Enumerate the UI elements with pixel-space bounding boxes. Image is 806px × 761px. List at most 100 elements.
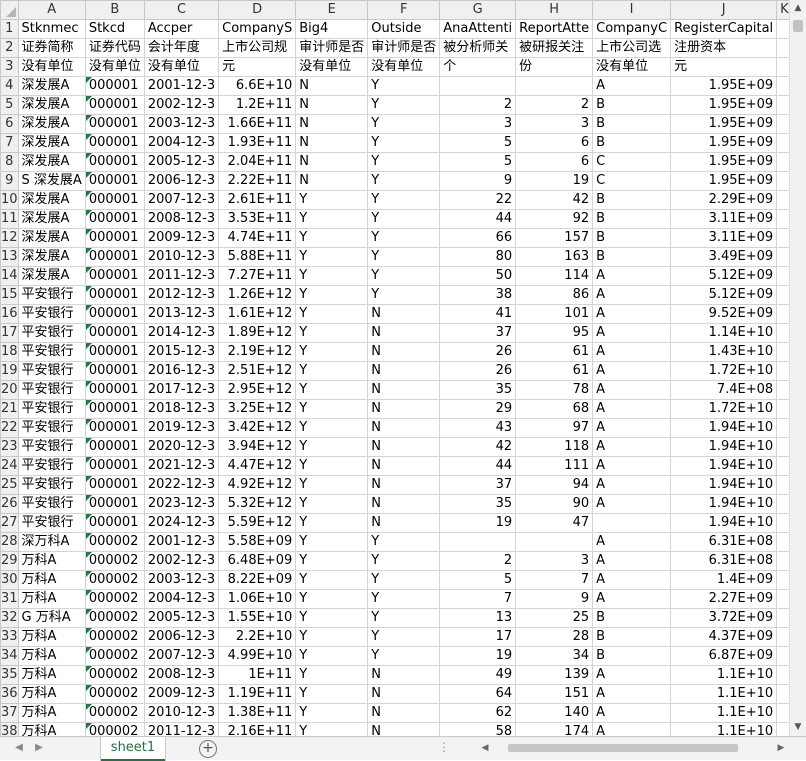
cell[interactable]: 92 bbox=[515, 209, 594, 229]
cell[interactable]: 2009-12-3 bbox=[143, 228, 220, 248]
cell[interactable]: A bbox=[592, 342, 672, 362]
cell[interactable]: Y bbox=[367, 152, 441, 172]
cell[interactable]: 2009-12-3 bbox=[143, 684, 220, 704]
cell[interactable]: Y bbox=[367, 228, 441, 248]
cell[interactable]: 平安银行 bbox=[17, 399, 86, 419]
cell[interactable]: 深万科A bbox=[17, 532, 86, 552]
cell[interactable]: 118 bbox=[515, 437, 594, 457]
cell[interactable]: Y bbox=[367, 247, 441, 267]
cell[interactable]: 1.1E+10 bbox=[670, 684, 778, 704]
cell[interactable]: 1.61E+12 bbox=[218, 304, 297, 324]
cell[interactable]: 000001 bbox=[84, 190, 145, 210]
cell[interactable]: 90 bbox=[515, 494, 594, 514]
cell[interactable]: 37 bbox=[439, 475, 517, 495]
cell[interactable]: Y bbox=[295, 399, 369, 419]
more-tabs-icon[interactable]: ⋮ bbox=[438, 740, 450, 754]
cell[interactable] bbox=[776, 323, 789, 343]
cell[interactable]: 64 bbox=[439, 684, 517, 704]
cell[interactable]: A bbox=[592, 475, 672, 495]
cell[interactable] bbox=[776, 684, 789, 704]
cell[interactable]: A bbox=[592, 551, 672, 571]
row-header[interactable]: 18 bbox=[0, 342, 19, 362]
cell[interactable]: 审计师是否 bbox=[367, 38, 441, 58]
cell[interactable]: 5 bbox=[439, 570, 517, 590]
cell[interactable]: 95 bbox=[515, 323, 594, 343]
row-header[interactable]: 33 bbox=[0, 627, 19, 647]
cell[interactable]: Y bbox=[295, 570, 369, 590]
cell[interactable]: 1.55E+10 bbox=[218, 608, 297, 628]
cell[interactable] bbox=[776, 190, 789, 210]
cell[interactable]: 没有单位 bbox=[295, 57, 369, 77]
cell[interactable]: 1.4E+09 bbox=[670, 570, 778, 590]
cell[interactable]: 2006-12-3 bbox=[143, 627, 220, 647]
cell[interactable]: 1.94E+10 bbox=[670, 437, 778, 457]
cell[interactable]: 29 bbox=[439, 399, 517, 419]
cell[interactable]: S 深发展A bbox=[17, 171, 86, 191]
cell[interactable]: 深发展A bbox=[17, 95, 86, 115]
cell[interactable]: Y bbox=[367, 209, 441, 229]
cell[interactable]: AnaAttenti bbox=[439, 19, 517, 39]
cell[interactable]: 101 bbox=[515, 304, 594, 324]
cell[interactable]: 1.1E+10 bbox=[670, 703, 778, 723]
cell[interactable]: C bbox=[592, 171, 672, 191]
cell[interactable]: Y bbox=[295, 266, 369, 286]
cell[interactable] bbox=[776, 114, 789, 134]
cell[interactable]: Y bbox=[295, 589, 369, 609]
cell[interactable]: B bbox=[592, 209, 672, 229]
row-header[interactable]: 21 bbox=[0, 399, 19, 419]
cell[interactable]: N bbox=[295, 171, 369, 191]
cell[interactable] bbox=[515, 532, 594, 552]
cell[interactable]: Y bbox=[295, 722, 369, 736]
cell[interactable]: Y bbox=[367, 171, 441, 191]
cell[interactable]: N bbox=[295, 152, 369, 172]
select-all-corner[interactable] bbox=[0, 0, 19, 20]
cell[interactable]: 2001-12-3 bbox=[143, 76, 220, 96]
cell[interactable]: 平安银行 bbox=[17, 380, 86, 400]
cell[interactable]: 000002 bbox=[84, 570, 145, 590]
cell[interactable]: 7 bbox=[439, 589, 517, 609]
cell[interactable]: A bbox=[592, 266, 672, 286]
cell[interactable]: 000001 bbox=[84, 228, 145, 248]
row-header[interactable]: 17 bbox=[0, 323, 19, 343]
cell[interactable]: 2.51E+12 bbox=[218, 361, 297, 381]
scroll-left-arrow-icon[interactable]: ◀ bbox=[478, 741, 492, 755]
cell[interactable]: Y bbox=[367, 589, 441, 609]
cell[interactable]: Y bbox=[367, 627, 441, 647]
cell[interactable]: 3 bbox=[515, 114, 594, 134]
cell[interactable]: Y bbox=[295, 190, 369, 210]
cell[interactable]: 7.4E+08 bbox=[670, 380, 778, 400]
cell[interactable]: 9 bbox=[439, 171, 517, 191]
cell[interactable]: 1.1E+10 bbox=[670, 665, 778, 685]
cell[interactable]: N bbox=[295, 76, 369, 96]
column-header-j[interactable]: J bbox=[670, 0, 778, 20]
cell[interactable]: N bbox=[367, 722, 441, 736]
cell[interactable]: 2003-12-3 bbox=[143, 114, 220, 134]
cell[interactable]: 7.27E+11 bbox=[218, 266, 297, 286]
cell[interactable]: 5.88E+11 bbox=[218, 247, 297, 267]
column-header-b[interactable]: B bbox=[84, 0, 145, 20]
cell[interactable]: 1.94E+10 bbox=[670, 513, 778, 533]
cell[interactable]: 2019-12-3 bbox=[143, 418, 220, 438]
cell[interactable]: Y bbox=[295, 285, 369, 305]
cell[interactable]: 34 bbox=[515, 646, 594, 666]
cell[interactable]: Y bbox=[295, 228, 369, 248]
row-header[interactable]: 15 bbox=[0, 285, 19, 305]
cell[interactable]: 1.66E+11 bbox=[218, 114, 297, 134]
cell[interactable] bbox=[439, 532, 517, 552]
cell[interactable]: 1.95E+09 bbox=[670, 76, 778, 96]
cell[interactable]: 35 bbox=[439, 380, 517, 400]
cell[interactable]: A bbox=[592, 684, 672, 704]
cell[interactable]: 平安银行 bbox=[17, 342, 86, 362]
cell[interactable]: A bbox=[592, 380, 672, 400]
cell[interactable]: 9 bbox=[515, 589, 594, 609]
cell[interactable]: 6.31E+08 bbox=[670, 551, 778, 571]
cell[interactable]: 000001 bbox=[84, 494, 145, 514]
cell[interactable]: Y bbox=[295, 684, 369, 704]
cell[interactable]: 2 bbox=[439, 95, 517, 115]
cell[interactable] bbox=[776, 209, 789, 229]
cell[interactable]: 66 bbox=[439, 228, 517, 248]
add-sheet-icon[interactable]: + bbox=[199, 740, 217, 758]
cell[interactable]: 1.95E+09 bbox=[670, 95, 778, 115]
column-header-a[interactable]: A bbox=[17, 0, 86, 20]
cell[interactable]: 5.12E+09 bbox=[670, 266, 778, 286]
